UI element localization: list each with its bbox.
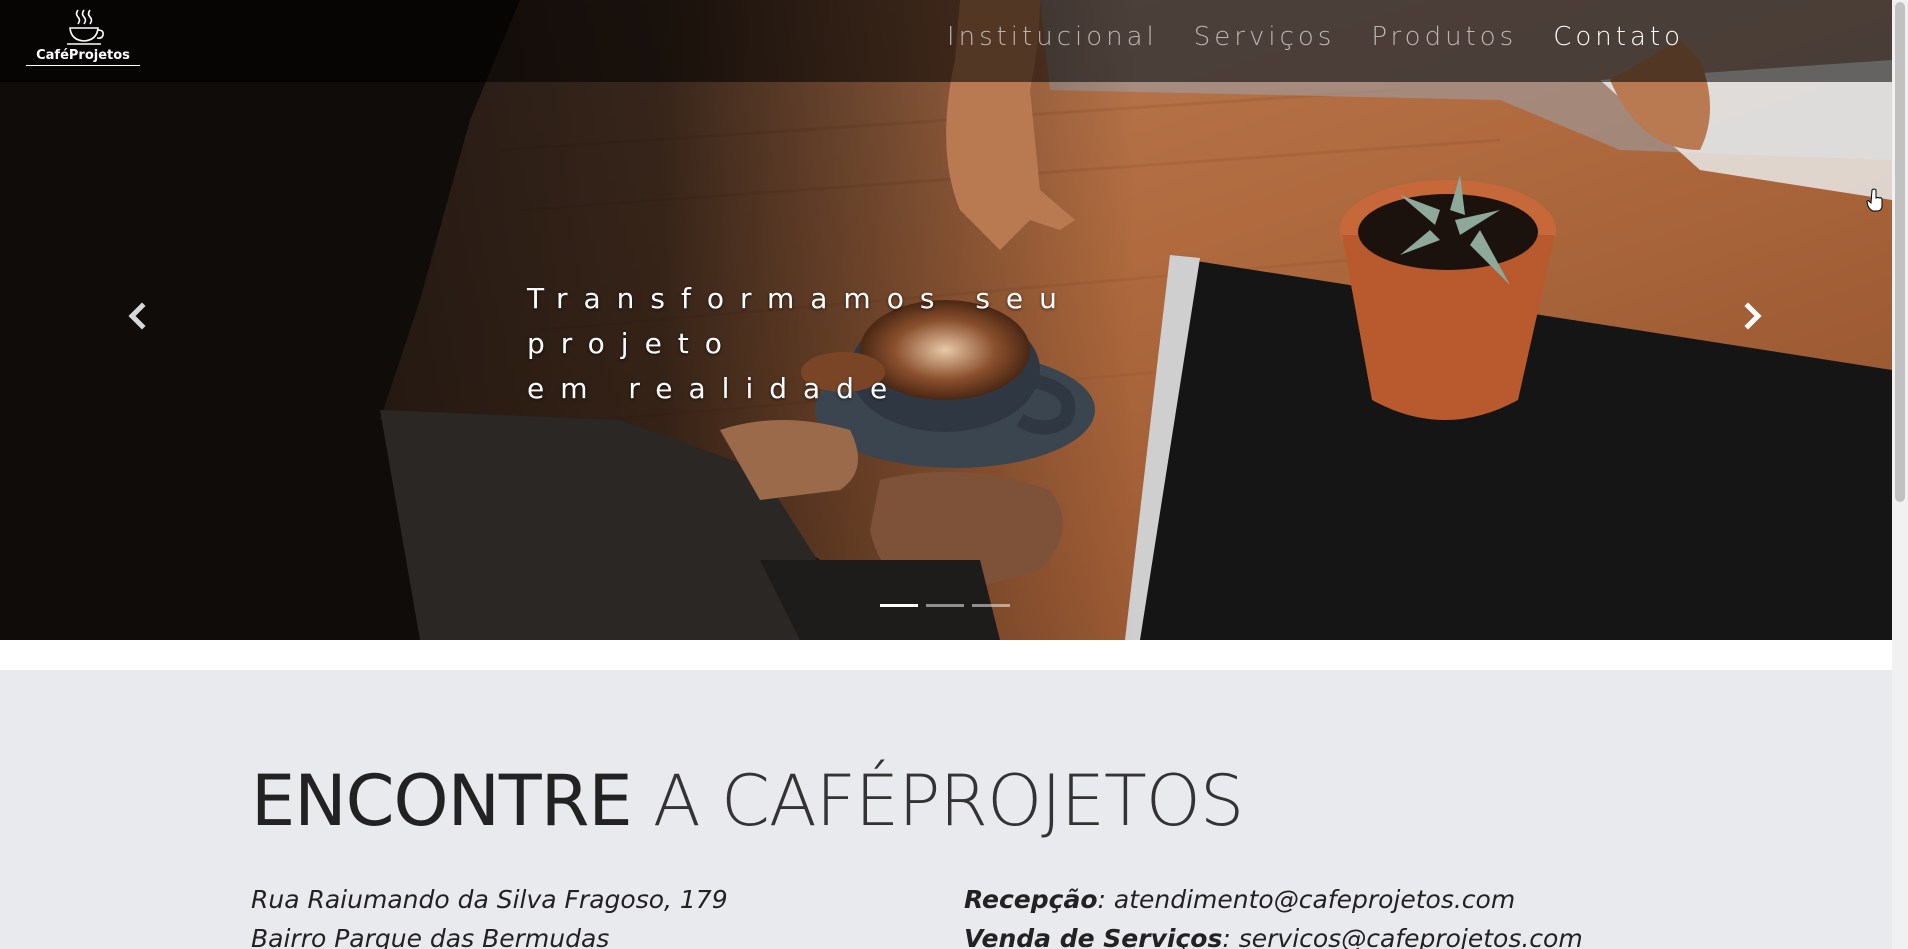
contact-title-strong: ENCONTRE	[251, 760, 633, 842]
address-line1: Rua Raiumando da Silva Fragoso, 179	[251, 885, 728, 914]
email1-label: Recepção	[964, 885, 1098, 914]
nav-contato[interactable]: Contato	[1553, 22, 1684, 52]
email-row-services: Venda de Serviços: servicos@cafeprojetos…	[964, 919, 1583, 949]
nav-produtos[interactable]: Produtos	[1371, 22, 1517, 52]
email1-value[interactable]: : atendimento@cafeprojetos.com	[1098, 885, 1516, 914]
address-line2: Bairro Parque das Bermudas	[251, 924, 610, 949]
email-row-reception: Recepção: atendimento@cafeprojetos.com	[964, 880, 1583, 919]
contact-title: ENCONTRE A CAFÉPROJETOS	[251, 760, 1245, 842]
vertical-scrollbar[interactable]	[1892, 0, 1908, 949]
navbar: CaféProjetos Institucional Serviços Prod…	[0, 0, 1892, 82]
carousel-indicators	[880, 604, 1010, 607]
brand-logo[interactable]: CaféProjetos	[26, 8, 140, 68]
chevron-right-icon	[1744, 302, 1762, 330]
brand-name: CaféProjetos	[36, 48, 130, 63]
chevron-left-icon	[128, 302, 146, 330]
page: CaféProjetos Institucional Serviços Prod…	[0, 0, 1892, 949]
hero-caption: Transformamos seu projeto em realidade	[527, 276, 1307, 411]
email2-value[interactable]: : servicos@cafeprojetos.com	[1222, 924, 1582, 949]
carousel-indicator-1[interactable]	[880, 604, 918, 607]
hero-caption-line2: em realidade	[527, 372, 904, 405]
scrollbar-thumb[interactable]	[1895, 2, 1905, 502]
coffee-cup-icon	[67, 9, 104, 45]
email-block: Recepção: atendimento@cafeprojetos.com V…	[964, 880, 1583, 949]
carousel-prev-button[interactable]	[118, 296, 158, 336]
carousel-indicator-2[interactable]	[926, 604, 964, 607]
brand-underline	[26, 65, 140, 66]
contact-section: ENCONTRE A CAFÉPROJETOS Rua Raiumando da…	[0, 670, 1892, 949]
nav-servicos[interactable]: Serviços	[1194, 22, 1336, 52]
email2-label: Venda de Serviços	[964, 924, 1223, 949]
hero-carousel: CaféProjetos Institucional Serviços Prod…	[0, 0, 1892, 640]
nav-institucional[interactable]: Institucional	[947, 22, 1158, 52]
hero-caption-line1: Transformamos seu projeto	[527, 282, 1073, 360]
hand-cursor-icon	[1866, 188, 1883, 212]
contact-title-light: A CAFÉPROJETOS	[652, 760, 1245, 842]
carousel-indicator-3[interactable]	[972, 604, 1010, 607]
main-nav: Institucional Serviços Produtos Contato	[947, 22, 1684, 52]
carousel-next-button[interactable]	[1732, 296, 1772, 336]
address-block: Rua Raiumando da Silva Fragoso, 179 Bair…	[251, 880, 728, 949]
